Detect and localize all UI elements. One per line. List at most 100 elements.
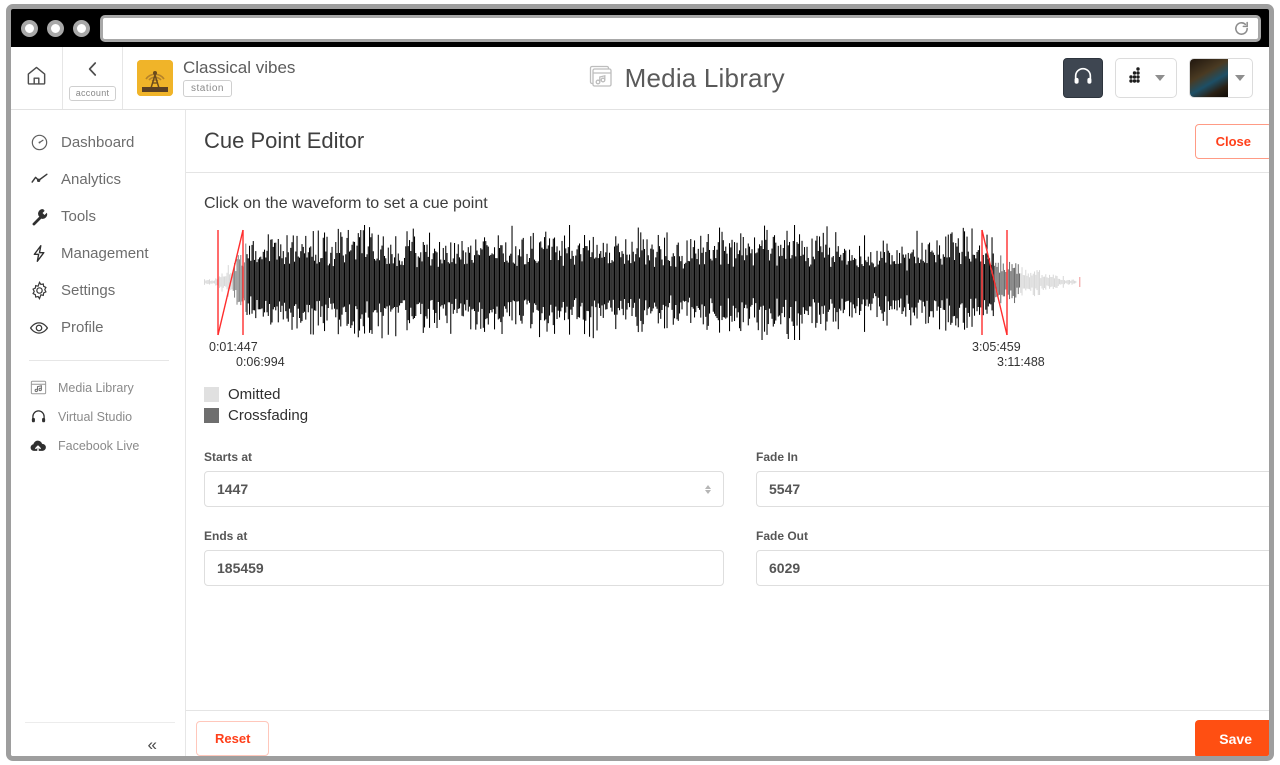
reset-button[interactable]: Reset <box>196 721 270 756</box>
station-badge: station <box>183 79 232 97</box>
sidebar-item-label: Analytics <box>61 171 122 188</box>
fade-in-label: Fade In <box>756 450 799 464</box>
stepper-down-icon[interactable] <box>705 489 711 494</box>
panel-content: Click on the waveform to set a cue point <box>186 173 1269 710</box>
fade-out-value: 6029 <box>769 560 801 576</box>
sidebar-item-tools[interactable]: Tools <box>11 198 185 235</box>
media-library-icon <box>588 63 614 94</box>
station-name: Classical vibes <box>183 58 296 78</box>
bolt-icon <box>29 244 49 264</box>
collapse-sidebar-button[interactable]: « <box>148 736 157 753</box>
header-actions <box>1063 47 1269 109</box>
chart-line-icon <box>29 170 49 190</box>
close-button[interactable]: Close <box>1194 123 1269 159</box>
gear-icon <box>29 281 49 301</box>
cue-label: 0:06:994 <box>236 355 285 369</box>
sidebar-item-profile[interactable]: Profile <box>11 309 185 346</box>
dots-grid-icon <box>1127 65 1149 92</box>
sidebar-item-label: Tools <box>61 208 97 225</box>
cue-form: Starts at 1447 Fade In 5547 Ends at 1854… <box>204 450 1269 602</box>
sidebar-item-dashboard[interactable]: Dashboard <box>11 124 185 161</box>
virtual-studio-button[interactable] <box>1063 58 1103 98</box>
legend-item-crossfading: Crossfading <box>204 407 1269 424</box>
reload-icon[interactable] <box>1233 20 1250 37</box>
cue-label: 3:05:459 <box>972 340 1021 354</box>
chevron-down-icon <box>1235 75 1245 81</box>
save-button[interactable]: Save <box>1195 719 1269 756</box>
maximize-window-button[interactable] <box>73 19 90 37</box>
legend-label: Crossfading <box>228 407 309 424</box>
back-button[interactable]: account <box>63 47 123 109</box>
fade-out-label: Fade Out <box>756 529 809 543</box>
field-ends-at: Ends at 185459 <box>204 529 724 586</box>
home-icon <box>25 64 48 92</box>
sidebar-item-label: Facebook Live <box>58 438 140 453</box>
sidebar-item-label: Media Library <box>58 380 134 395</box>
sidebar-item-label: Profile <box>61 319 104 336</box>
legend-swatch-omitted <box>204 387 219 402</box>
waveform-canvas[interactable] <box>204 225 1244 340</box>
address-bar[interactable] <box>100 14 1261 42</box>
fade-out-input[interactable]: 6029 <box>756 550 1269 586</box>
avatar <box>1190 59 1228 97</box>
app-body: Dashboard Analytics Tools Management Set… <box>11 110 1269 756</box>
eye-icon <box>29 318 49 338</box>
gauge-icon <box>29 133 49 153</box>
sidebar-item-label: Dashboard <box>61 134 135 151</box>
sidebar-item-label: Management <box>61 245 149 262</box>
media-window-icon <box>29 379 47 397</box>
field-fade-out: Fade Out 6029 <box>756 529 1269 586</box>
sidebar-item-management[interactable]: Management <box>11 235 185 272</box>
browser-window: account Classical vibes station Media Li… <box>6 4 1274 761</box>
apps-menu-button[interactable] <box>1115 58 1177 98</box>
minimize-window-button[interactable] <box>47 19 64 37</box>
headphones-icon <box>1072 65 1094 92</box>
starts-at-stepper[interactable] <box>705 484 711 494</box>
cue-timestamps: 0:01:447 0:06:994 3:05:459 3:11:488 <box>204 340 1269 374</box>
field-fade-in: Fade In 5547 <box>756 450 1269 507</box>
station-meta: Classical vibes station <box>183 58 296 97</box>
panel-title: Cue Point Editor <box>204 128 365 153</box>
sidebar-item-label: Virtual Studio <box>58 409 133 424</box>
ends-at-input[interactable]: 185459 <box>204 550 724 586</box>
starts-at-value: 1447 <box>217 481 249 497</box>
legend-item-omitted: Omitted <box>204 386 1269 403</box>
home-button[interactable] <box>11 47 63 109</box>
panel-footer: Reset Save <box>186 710 1269 756</box>
fade-in-input[interactable]: 5547 <box>756 471 1269 507</box>
page-title-text: Media Library <box>624 62 785 93</box>
legend-swatch-crossfading <box>204 408 219 423</box>
headphones-icon <box>29 408 47 426</box>
station-selector[interactable]: Classical vibes station <box>123 47 309 109</box>
page-title: Media Library <box>309 47 1063 109</box>
sidebar-item-settings[interactable]: Settings <box>11 272 185 309</box>
waveform-legend: Omitted Crossfading <box>204 386 1269 424</box>
waveform-hint: Click on the waveform to set a cue point <box>204 195 488 212</box>
sidebar-item-facebook-live[interactable]: Facebook Live <box>11 431 185 460</box>
wrench-icon <box>29 207 49 227</box>
sidebar-item-label: Settings <box>61 282 116 299</box>
stepper-up-icon[interactable] <box>705 484 711 489</box>
legend-label: Omitted <box>228 386 281 403</box>
fade-in-value: 5547 <box>769 481 801 497</box>
starts-at-input[interactable]: 1447 <box>204 471 724 507</box>
close-window-button[interactable] <box>21 19 38 37</box>
cue-label: 0:01:447 <box>209 340 258 354</box>
field-starts-at: Starts at 1447 <box>204 450 724 507</box>
waveform-editor[interactable] <box>204 225 1244 340</box>
sidebar-item-analytics[interactable]: Analytics <box>11 161 185 198</box>
sidebar-item-media-library[interactable]: Media Library <box>11 373 185 402</box>
ends-at-value: 185459 <box>217 560 264 576</box>
chevron-left-icon <box>84 60 102 83</box>
chevron-down-icon <box>1155 75 1165 81</box>
sidebar-item-virtual-studio[interactable]: Virtual Studio <box>11 402 185 431</box>
account-badge: account <box>68 85 117 101</box>
window-controls <box>21 19 90 37</box>
station-logo-icon <box>137 60 173 96</box>
sidebar-divider <box>29 360 169 361</box>
user-menu-button[interactable] <box>1189 58 1253 98</box>
sidebar-footer: « <box>25 722 175 756</box>
ends-at-label: Ends at <box>204 529 248 543</box>
cloud-upload-icon <box>29 437 47 455</box>
browser-titlebar <box>11 9 1269 47</box>
